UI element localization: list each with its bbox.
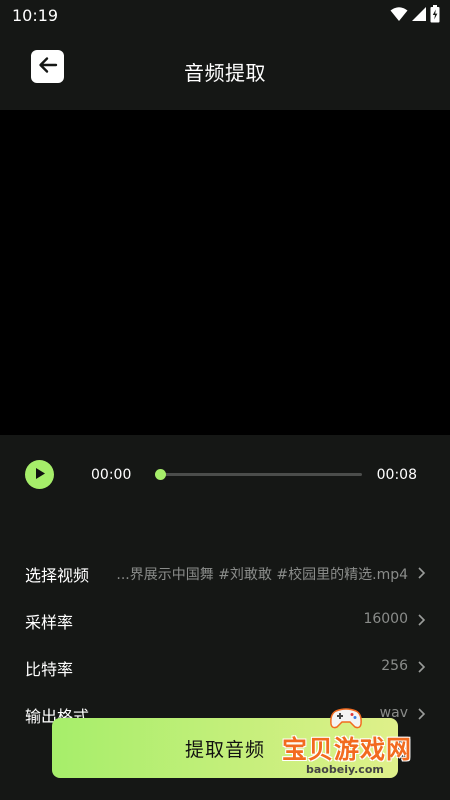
play-icon [34, 465, 46, 484]
status-icons [390, 5, 440, 27]
audio-extract-screen: 10:19 音频提取 00:00 00:08 选择视频 ...界展示中国舞 #刘… [0, 0, 450, 800]
play-button[interactable] [25, 460, 54, 489]
select-video-row[interactable]: 选择视频 ...界展示中国舞 #刘敢敢 #校园里的精选.mp4 [0, 550, 450, 597]
total-time: 00:08 [376, 467, 417, 483]
chevron-right-icon [416, 612, 426, 626]
row-label: 比特率 [25, 660, 74, 679]
page-title: 音频提取 [184, 61, 266, 85]
current-time: 00:00 [91, 467, 132, 483]
status-bar: 10:19 [0, 0, 450, 32]
row-label: 采样率 [25, 613, 74, 632]
progress-slider[interactable] [155, 469, 362, 480]
row-value: 16000 [363, 611, 408, 627]
chevron-right-icon [416, 659, 426, 673]
row-label: 选择视频 [25, 566, 90, 585]
battery-icon [430, 5, 440, 27]
player-controls: 00:00 00:08 [0, 448, 450, 500]
video-preview[interactable] [0, 110, 450, 435]
row-value: 256 [381, 658, 408, 674]
header: 音频提取 [0, 32, 450, 108]
chevron-right-icon [416, 565, 426, 579]
bitrate-row[interactable]: 比特率 256 [0, 644, 450, 691]
settings-list: 选择视频 ...界展示中国舞 #刘敢敢 #校园里的精选.mp4 采样率 1600… [0, 550, 450, 738]
signal-icon [411, 6, 427, 26]
sample-rate-row[interactable]: 采样率 16000 [0, 597, 450, 644]
wifi-icon [390, 6, 408, 26]
extract-audio-button[interactable]: 提取音频 [52, 718, 398, 778]
progress-thumb[interactable] [155, 469, 166, 480]
status-time: 10:19 [12, 6, 59, 25]
row-value: ...界展示中国舞 #刘敢敢 #校园里的精选.mp4 [116, 567, 408, 583]
chevron-right-icon [416, 706, 426, 720]
